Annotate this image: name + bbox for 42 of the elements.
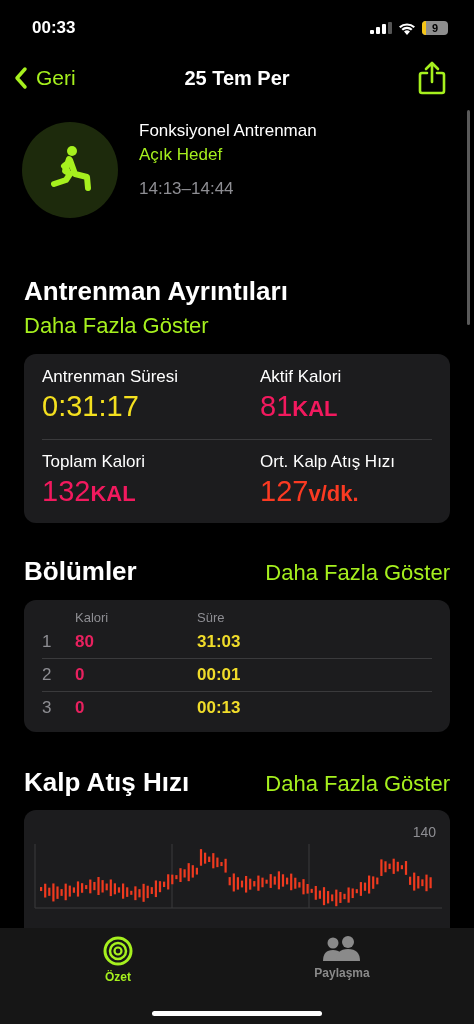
- column-header: Süre: [197, 609, 226, 625]
- people-icon: [323, 936, 361, 962]
- workout-goal: Açık Hedef: [139, 144, 224, 166]
- show-more-link[interactable]: Daha Fazla Göster: [265, 560, 450, 586]
- table-cell: 00:01: [197, 665, 241, 684]
- metric-value: 132KAL: [42, 473, 137, 509]
- nav-title: 25 Tem Per: [184, 66, 290, 90]
- table-cell: 31:03: [197, 632, 241, 651]
- rings-icon: [103, 936, 133, 966]
- battery-indicator: 9: [422, 21, 448, 35]
- show-more-link[interactable]: Daha Fazla Göster: [265, 771, 450, 797]
- metric-label: Aktif Kalori: [260, 366, 343, 388]
- axis-label: 140: [412, 824, 436, 840]
- wifi-icon: [398, 21, 416, 35]
- workout-lunge-icon: [22, 122, 118, 218]
- segment-number: 3: [42, 698, 53, 718]
- signal-icon: [370, 22, 392, 34]
- metric-value: 0:31:17: [42, 389, 140, 424]
- table-cell: 00:13: [197, 698, 241, 717]
- metric-value: 81KAL: [260, 389, 339, 424]
- table-cell: 80: [75, 632, 94, 651]
- section-title: Antrenman Ayrıntıları: [24, 275, 289, 307]
- column-header: Kalori: [75, 609, 110, 625]
- table-cell: 0: [75, 665, 85, 684]
- metric-label: Toplam Kalori: [42, 450, 146, 473]
- metric-label: Ort. Kalp Atış Hızı: [260, 450, 397, 473]
- table-cell: 0: [75, 698, 85, 717]
- status-time: 00:33: [32, 18, 76, 38]
- section-title: Kalp Atış Hızı: [24, 766, 190, 798]
- chevron-left-icon: [14, 66, 28, 90]
- tab-item[interactable]: Paylaşma: [292, 928, 392, 988]
- segment-number: 2: [42, 665, 53, 685]
- workout-time-range: 14:13–14:44: [139, 178, 235, 200]
- back-button[interactable]: Geri: [14, 66, 76, 90]
- section-title: Bölümler: [24, 555, 137, 587]
- metric-label: Antrenman Süresi: [42, 366, 180, 388]
- workout-name: Fonksiyonel Antrenman: [139, 120, 317, 142]
- share-icon[interactable]: [418, 61, 446, 95]
- segment-number: 1: [42, 632, 53, 652]
- tab-item[interactable]: Özet: [68, 928, 168, 988]
- metric-value: 127v/dk.: [260, 473, 360, 509]
- show-more-link[interactable]: Daha Fazla Göster: [24, 312, 209, 340]
